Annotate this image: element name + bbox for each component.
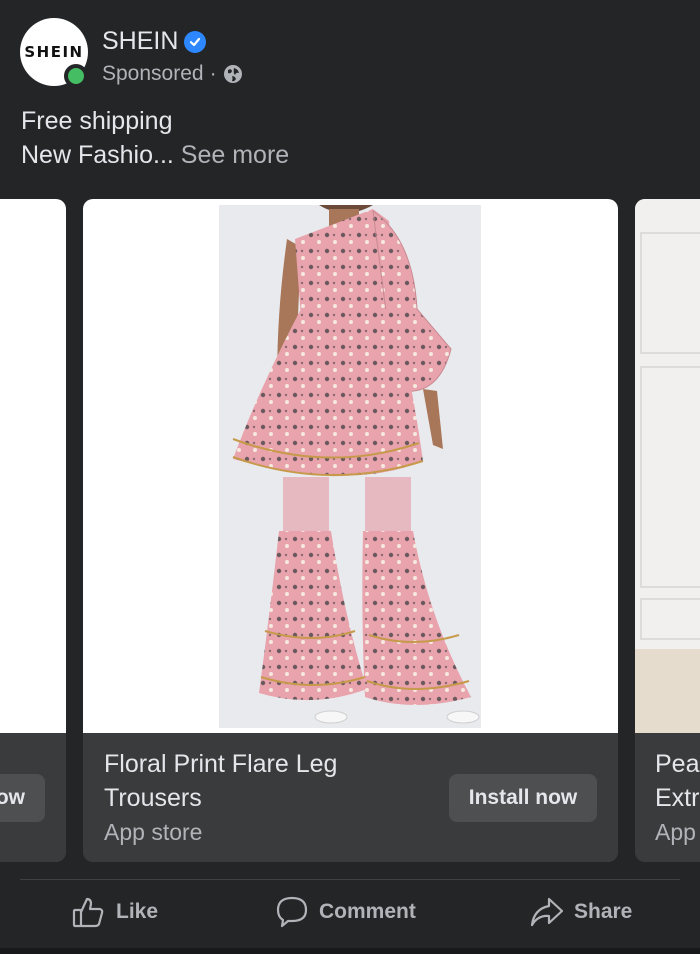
share-arrow-icon (530, 897, 564, 927)
share-button[interactable]: Share (530, 895, 632, 929)
sponsored-post: SHEIN SHEIN Sponsored · Free shipping Ne… (0, 0, 700, 954)
product-photo-illustration (219, 205, 481, 728)
card-footer: Pea Extr App (635, 733, 700, 862)
page-name-row: SHEIN (102, 27, 207, 56)
carousel-card-main[interactable]: Floral Print Flare Leg Trousers App stor… (83, 199, 618, 862)
product-title-partial: Pea Extr (655, 747, 699, 815)
like-button[interactable]: Like (72, 895, 158, 929)
comment-button[interactable]: Comment (275, 895, 416, 929)
separator-dot: · (209, 62, 217, 85)
card-image (0, 199, 66, 733)
online-status-dot (64, 64, 88, 88)
product-title[interactable]: Floral Print Flare Leg Trousers (104, 747, 404, 815)
product-title-line1: Pea (655, 750, 700, 778)
post-text: Free shipping New Fashio... See more (21, 104, 289, 172)
comment-label: Comment (319, 900, 416, 923)
see-more-link[interactable]: See more (181, 141, 289, 169)
product-source-partial: App (655, 819, 696, 845)
actions-divider (20, 879, 680, 880)
shein-logo: SHEIN (24, 43, 84, 61)
carousel-card-previous[interactable]: ow (0, 199, 66, 862)
product-source: App store (104, 819, 203, 845)
product-image[interactable] (83, 199, 618, 733)
verified-badge-icon (184, 30, 207, 53)
card-footer: ow (0, 733, 66, 862)
card-footer: Floral Print Flare Leg Trousers App stor… (83, 733, 618, 862)
post-text-line1: Free shipping (21, 107, 173, 135)
product-title-line2: Extr (655, 784, 700, 812)
post-text-line2: New Fashio... See more (21, 138, 289, 172)
room-photo-illustration (635, 199, 700, 733)
sponsored-label[interactable]: Sponsored (102, 62, 204, 86)
globe-icon (223, 65, 242, 83)
page-name[interactable]: SHEIN (102, 27, 178, 56)
sponsored-row: Sponsored · (102, 62, 243, 86)
thumbs-up-icon (72, 897, 104, 928)
card-image (635, 199, 700, 733)
install-now-button[interactable]: Install now (449, 774, 597, 822)
post-actions: Like Comment Share (0, 881, 700, 947)
install-button-partial[interactable]: ow (0, 774, 45, 822)
post-text-truncated: New Fashio... (21, 141, 174, 169)
bottom-edge (0, 948, 700, 954)
like-label: Like (116, 900, 159, 923)
comment-bubble-icon (276, 896, 308, 928)
carousel-card-next[interactable]: Pea Extr App (635, 199, 700, 862)
share-label: Share (574, 900, 633, 923)
